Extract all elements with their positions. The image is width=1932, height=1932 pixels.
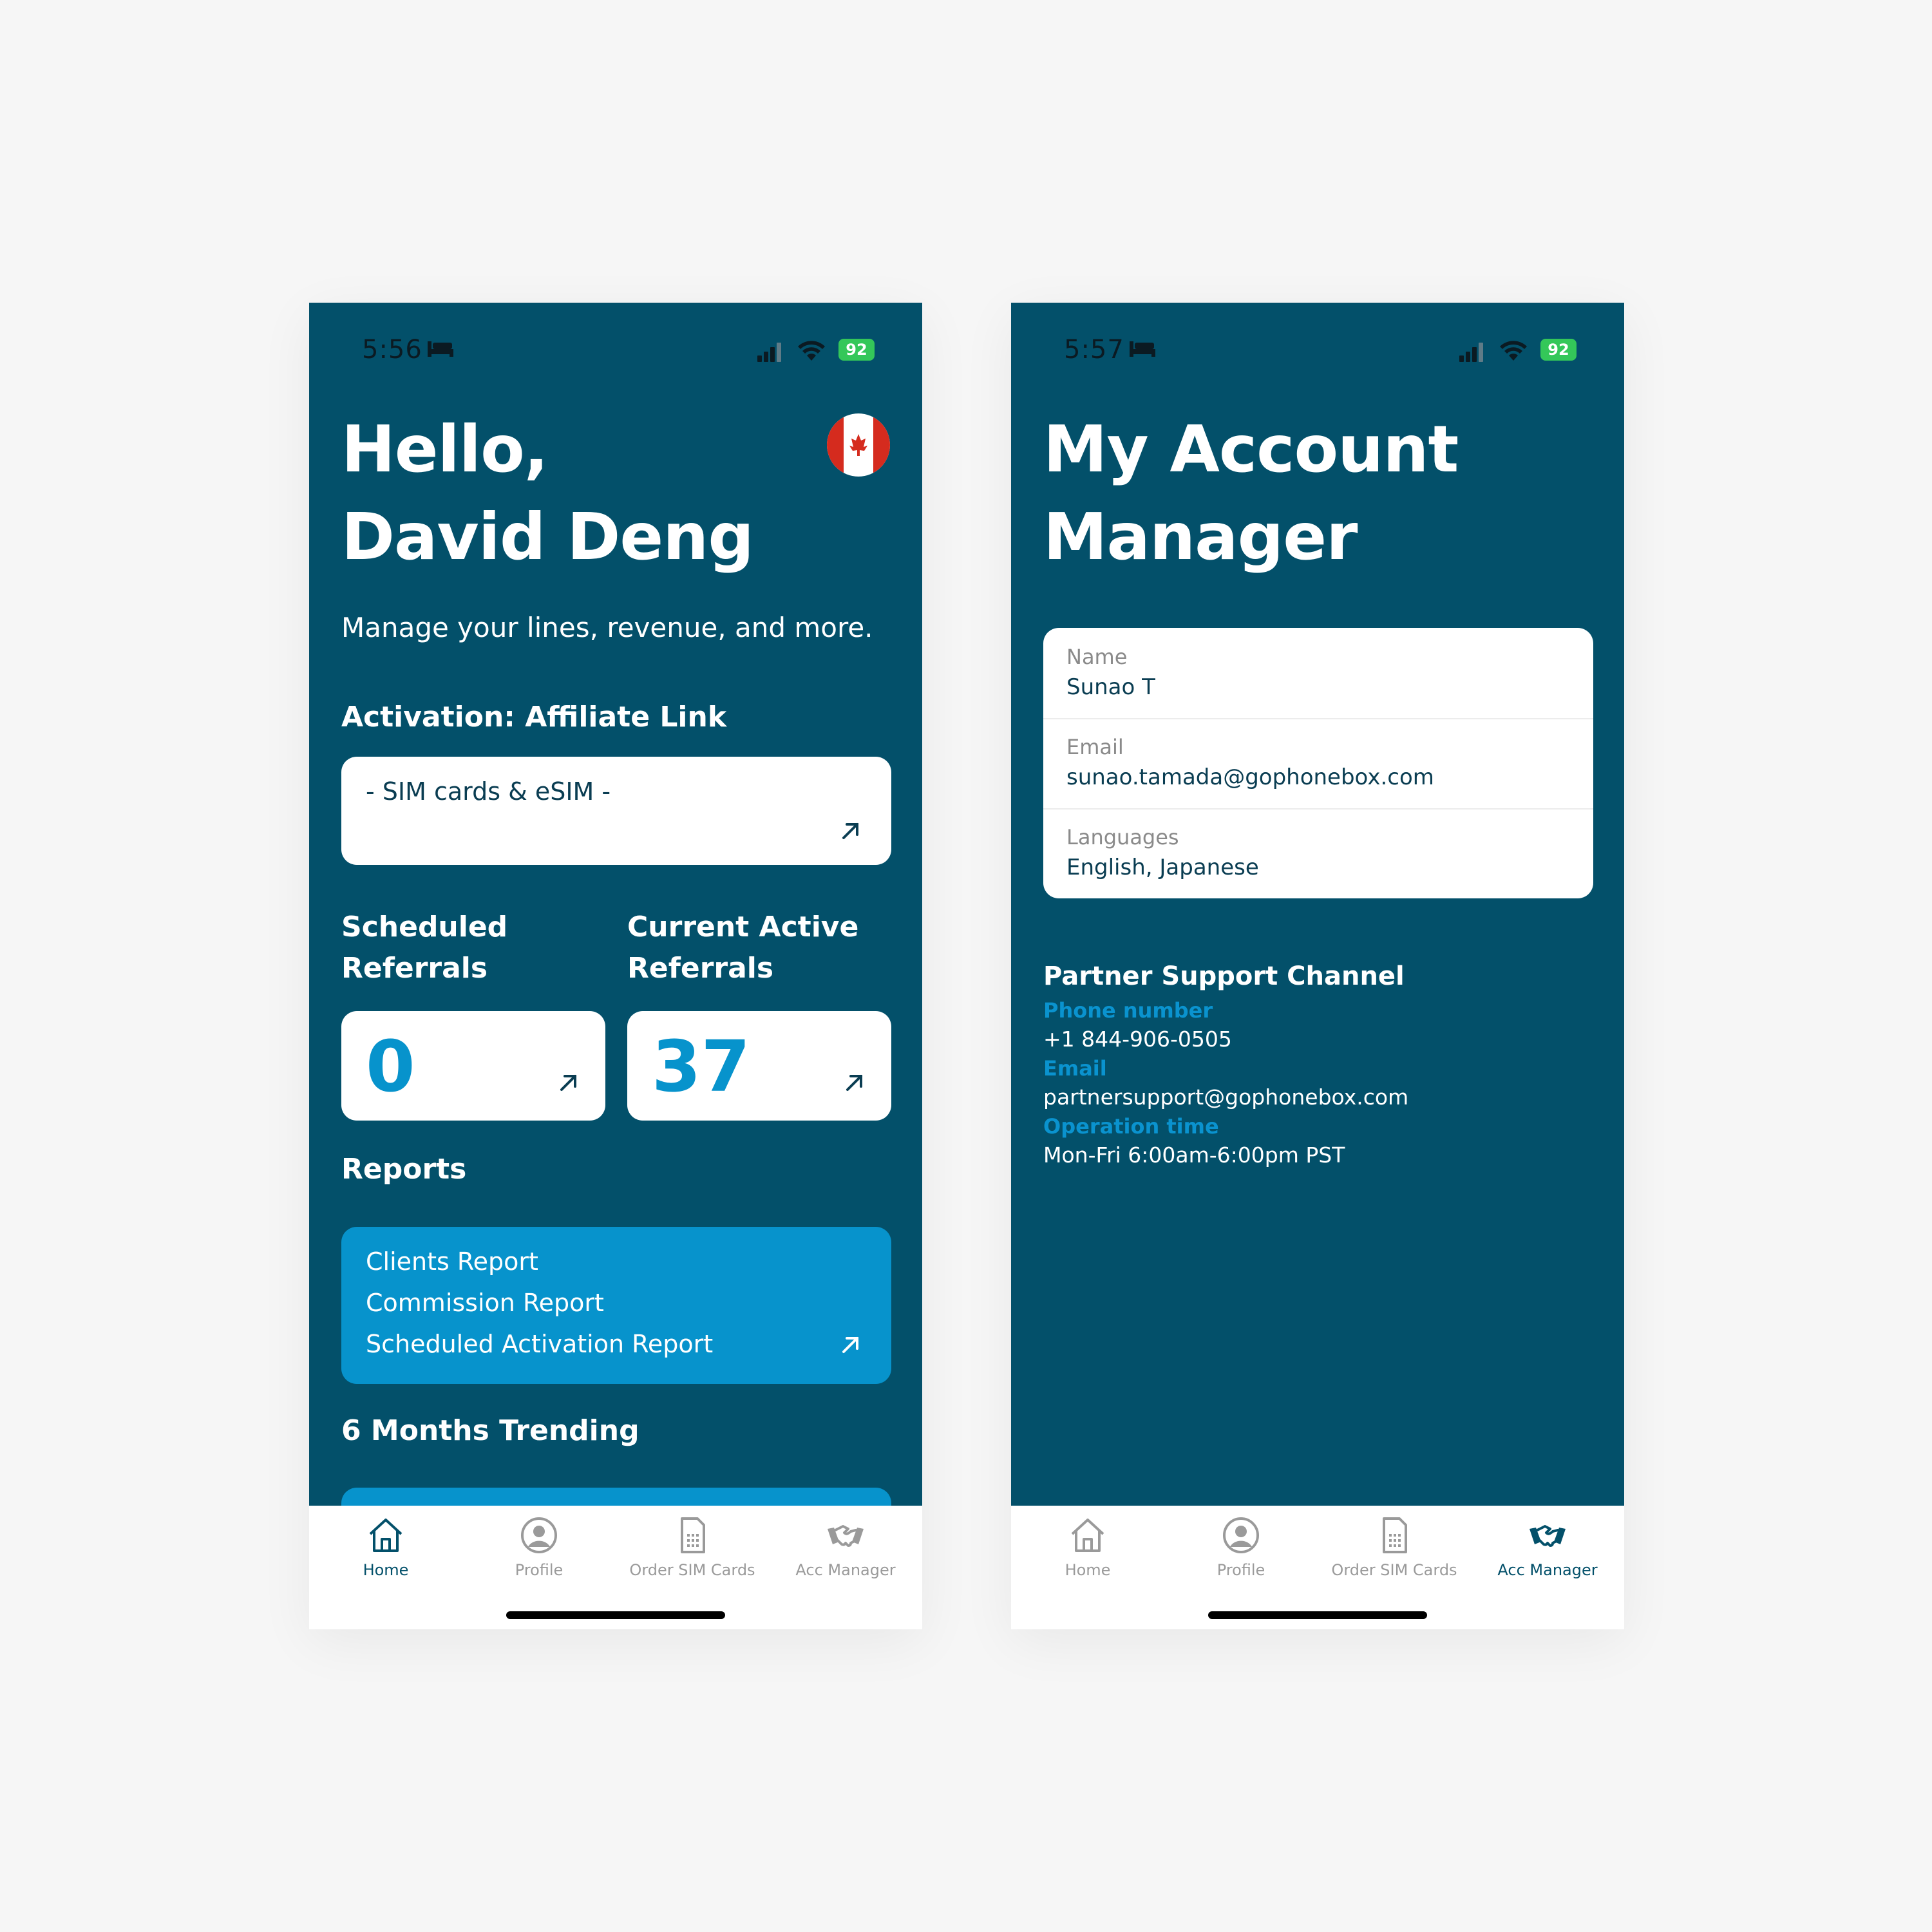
cellular-signal-icon (757, 343, 781, 362)
tab-order-sim-label: Order SIM Cards (1331, 1561, 1457, 1579)
current-title-line2: Referrals (627, 952, 774, 985)
phone-value[interactable]: +1 844-906-0505 (1043, 1027, 1232, 1052)
tab-profile-label: Profile (1217, 1561, 1265, 1579)
greeting-user-name: David Deng (341, 499, 754, 574)
manager-languages-row: Languages English, Japanese (1043, 808, 1593, 898)
tab-profile-label: Profile (515, 1561, 564, 1579)
activation-title: Activation: Affiliate Link (341, 701, 727, 734)
tab-home[interactable]: Home (309, 1515, 462, 1586)
account-manager-card: Name Sunao T Email sunao.tamada@gophoneb… (1043, 628, 1593, 898)
email-label: Email (1066, 735, 1124, 759)
current-referrals-title: Current Active Referrals (627, 907, 858, 989)
arrow-up-right-icon (842, 823, 858, 839)
current-title-line1: Current Active (627, 911, 859, 943)
sim-card-icon (1383, 1517, 1407, 1553)
arrow-up-right-icon (846, 1075, 862, 1091)
tab-profile[interactable]: Profile (1164, 1515, 1318, 1586)
arrow-up-right-icon (560, 1075, 576, 1091)
status-bar: 5:57 92 (1011, 328, 1624, 386)
scheduled-referrals-count: 0 (366, 1025, 415, 1108)
home-indicator[interactable] (506, 1611, 725, 1619)
handshake-icon (828, 1525, 864, 1547)
tab-acc-manager[interactable]: Acc Manager (1471, 1515, 1624, 1586)
home-icon (1071, 1519, 1104, 1552)
scheduled-referrals-title: Scheduled Referrals (341, 907, 507, 989)
sleep-focus-icon (428, 341, 453, 357)
wifi-icon (1500, 341, 1527, 361)
sleep-focus-icon (1130, 341, 1155, 357)
profile-icon (521, 1517, 557, 1553)
tab-profile[interactable]: Profile (462, 1515, 616, 1586)
tab-home-label: Home (1065, 1561, 1111, 1579)
languages-label: Languages (1066, 825, 1179, 849)
manager-email-row[interactable]: Email sunao.tamada@gophonebox.com (1043, 718, 1593, 810)
manager-name-row: Name Sunao T (1043, 628, 1593, 719)
tab-home[interactable]: Home (1011, 1515, 1164, 1586)
home-indicator[interactable] (1208, 1611, 1427, 1619)
tab-home-label: Home (363, 1561, 409, 1579)
status-bar: 5:56 92 (309, 328, 922, 386)
page-title-line2: Manager (1043, 499, 1358, 574)
clients-report-link[interactable]: Clients Report (366, 1247, 538, 1276)
email-value[interactable]: sunao.tamada@gophonebox.com (1066, 764, 1434, 790)
home-icon (369, 1519, 402, 1552)
home-screen: 5:56 92 Hello, David Deng Manage your li… (309, 303, 922, 1629)
support-title: Partner Support Channel (1043, 961, 1405, 991)
scheduled-referrals-card[interactable]: 0 (341, 1011, 605, 1121)
affiliate-link-text: - SIM cards & eSIM - (366, 777, 611, 806)
reports-title: Reports (341, 1153, 467, 1186)
handshake-icon (1530, 1525, 1566, 1547)
greeting-hello: Hello, (341, 412, 549, 487)
arrow-up-right-icon[interactable] (840, 1334, 862, 1356)
support-email-label: Email (1043, 1056, 1107, 1081)
reports-card: Clients Report Commission Report Schedul… (341, 1227, 891, 1384)
tab-bar: Home Profile Order SIM Cards Acc Manager (1011, 1506, 1624, 1629)
hours-label: Operation time (1043, 1114, 1219, 1139)
scheduled-activation-report-link[interactable]: Scheduled Activation Report (366, 1330, 713, 1358)
hours-value: Mon-Fri 6:00am-6:00pm PST (1043, 1142, 1345, 1168)
battery-indicator: 92 (838, 339, 875, 361)
current-referrals-card[interactable]: 37 (627, 1011, 891, 1121)
scheduled-title-line1: Scheduled (341, 911, 508, 943)
tab-acc-manager-label: Acc Manager (1497, 1561, 1598, 1579)
battery-indicator: 92 (1540, 339, 1577, 361)
account-manager-screen: 5:57 92 My Account Manager Name Sunao T … (1011, 303, 1624, 1629)
trending-title: 6 Months Trending (341, 1414, 639, 1447)
name-label: Name (1066, 645, 1128, 669)
status-time: 5:57 (1064, 335, 1124, 365)
affiliate-link-card[interactable]: - SIM cards & eSIM - (341, 757, 891, 865)
tab-order-sim[interactable]: Order SIM Cards (1318, 1515, 1471, 1586)
languages-value: English, Japanese (1066, 855, 1259, 880)
phone-label: Phone number (1043, 998, 1213, 1023)
status-time: 5:56 (362, 335, 422, 365)
canada-flag-icon[interactable] (827, 413, 890, 477)
tab-order-sim-label: Order SIM Cards (629, 1561, 755, 1579)
commission-report-link[interactable]: Commission Report (366, 1289, 604, 1317)
tab-bar: Home Profile Order SIM Cards Acc Manager (309, 1506, 922, 1629)
current-referrals-count: 37 (652, 1025, 751, 1108)
tab-acc-manager[interactable]: Acc Manager (769, 1515, 922, 1586)
name-value: Sunao T (1066, 674, 1155, 700)
tab-order-sim[interactable]: Order SIM Cards (616, 1515, 769, 1586)
wifi-icon (798, 341, 825, 361)
sim-card-icon (681, 1517, 705, 1553)
scheduled-title-line2: Referrals (341, 952, 488, 985)
page-subtitle: Manage your lines, revenue, and more. (341, 612, 873, 643)
page-title-line1: My Account (1043, 412, 1459, 487)
tab-acc-manager-label: Acc Manager (795, 1561, 896, 1579)
cellular-signal-icon (1459, 343, 1483, 362)
profile-icon (1223, 1517, 1259, 1553)
support-email-value[interactable]: partnersupport@gophonebox.com (1043, 1084, 1408, 1110)
